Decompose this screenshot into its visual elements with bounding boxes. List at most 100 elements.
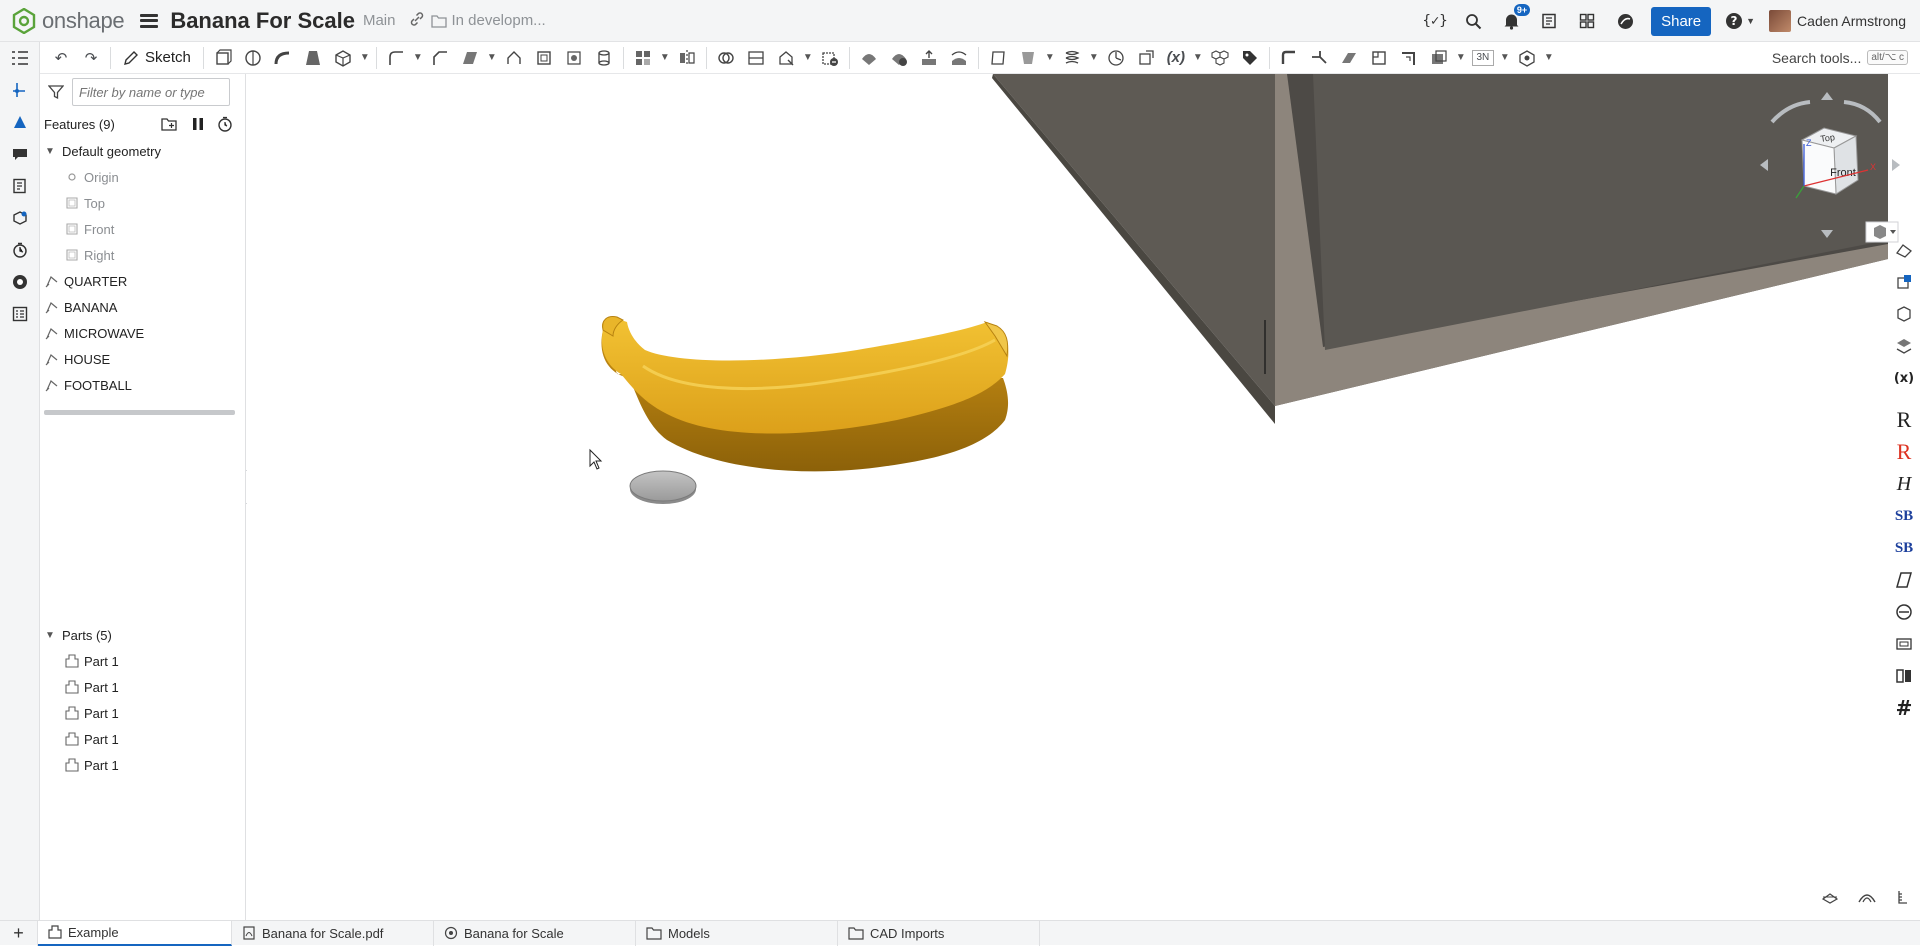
roll-ccw-arrow-icon[interactable]	[1770, 100, 1811, 124]
quarter-model[interactable]	[629, 470, 697, 504]
chevron-down-icon[interactable]: ▼	[411, 44, 425, 72]
boolean-icon[interactable]	[711, 44, 741, 72]
undo-icon[interactable]: ↶	[46, 44, 76, 72]
part-item[interactable]: Part 1	[40, 752, 246, 778]
app-store-icon[interactable]	[1575, 9, 1599, 33]
units-icon[interactable]	[1896, 890, 1910, 904]
rotate-up-arrow-icon[interactable]	[1821, 92, 1833, 100]
helix-icon[interactable]	[1057, 44, 1087, 72]
move-face-icon[interactable]	[914, 44, 944, 72]
geometry-item-top[interactable]: Top	[40, 190, 245, 216]
feature-item-microwave[interactable]: MICROWAVE	[40, 320, 245, 346]
r-feature-icon[interactable]: R	[1888, 404, 1920, 436]
notifications-icon[interactable]: 9+	[1499, 4, 1531, 33]
timer-icon[interactable]	[217, 116, 233, 132]
custom-feature-icon[interactable]: (x)	[1888, 362, 1920, 394]
configurations-icon[interactable]	[0, 202, 40, 234]
onshape-logo[interactable]: onshape	[0, 7, 125, 34]
modify-fillet-icon[interactable]	[854, 44, 884, 72]
sb-feature-icon[interactable]: SB	[1888, 500, 1920, 532]
delete-face-icon[interactable]	[884, 44, 914, 72]
panel-feature-icon[interactable]	[1888, 628, 1920, 660]
derived-icon[interactable]	[1131, 44, 1161, 72]
composite-part-icon[interactable]	[1205, 44, 1235, 72]
user-menu[interactable]: Caden Armstrong	[1769, 10, 1906, 32]
render-studio-icon[interactable]	[0, 266, 40, 298]
link-icon[interactable]	[409, 11, 425, 31]
slant-feature-icon[interactable]	[1888, 564, 1920, 596]
sweep-icon[interactable]	[268, 44, 298, 72]
document-list-icon[interactable]	[1537, 9, 1561, 33]
section-view-icon[interactable]	[1822, 890, 1838, 904]
draft-icon[interactable]	[455, 44, 485, 72]
appearance-icon[interactable]	[0, 106, 40, 138]
geometry-item-front[interactable]: Front	[40, 216, 245, 242]
render-mode-icon[interactable]	[1858, 890, 1876, 904]
main-menu-button[interactable]	[140, 13, 159, 28]
filter-icon[interactable]	[48, 84, 64, 100]
viewcube-top-label[interactable]: Top	[1820, 132, 1836, 144]
form-icon[interactable]	[1424, 44, 1454, 72]
geometry-item-right[interactable]: Right	[40, 242, 245, 268]
feature-item-quarter[interactable]: QUARTER	[40, 268, 245, 294]
mate-connector-icon[interactable]	[0, 74, 40, 106]
chevron-down-icon[interactable]: ▼	[1542, 44, 1556, 72]
geometry-item-origin[interactable]: Origin	[40, 164, 245, 190]
custom-feature-icon[interactable]	[1888, 266, 1920, 298]
tab-icon[interactable]	[1334, 44, 1364, 72]
mate-count-label[interactable]: 3N	[1471, 49, 1494, 66]
part-item[interactable]: Part 1	[40, 726, 246, 752]
hole-icon[interactable]	[559, 44, 589, 72]
search-tools[interactable]: Search tools... alt/⌥ c	[1772, 50, 1908, 66]
revolve-icon[interactable]	[238, 44, 268, 72]
redo-icon[interactable]: ↷	[76, 44, 106, 72]
feature-item-house[interactable]: HOUSE	[40, 346, 245, 372]
custom-feature-icon[interactable]	[1888, 330, 1920, 362]
part-item[interactable]: Part 1	[40, 674, 246, 700]
custom-feature-icon[interactable]	[1888, 234, 1920, 266]
r-feature-red-icon[interactable]: R	[1888, 436, 1920, 468]
chevron-down-icon[interactable]: ▼	[1191, 44, 1205, 72]
branch-name[interactable]: Main	[363, 12, 396, 29]
hash-feature-icon[interactable]: #	[1888, 692, 1920, 724]
sheet-metal-icon[interactable]	[1274, 44, 1304, 72]
tab-banana-for-scale-pdf[interactable]: Banana for Scale.pdf	[232, 920, 434, 946]
chevron-down-icon[interactable]: ▼	[44, 146, 56, 157]
corner-icon[interactable]	[1364, 44, 1394, 72]
rib-icon[interactable]	[499, 44, 529, 72]
chamfer-icon[interactable]	[425, 44, 455, 72]
document-title[interactable]: Banana For Scale	[170, 8, 355, 34]
view-cube[interactable]: Top Front X Z	[1752, 88, 1902, 248]
banana-model[interactable]	[601, 316, 1009, 472]
mate-connector-tool-icon[interactable]	[1013, 44, 1043, 72]
chevron-down-icon[interactable]: ▼	[485, 44, 499, 72]
properties-icon[interactable]	[0, 298, 40, 330]
history-icon[interactable]	[0, 234, 40, 266]
no-entry-icon[interactable]	[1888, 596, 1920, 628]
tab-banana-for-scale[interactable]: Banana for Scale	[434, 920, 636, 946]
add-folder-icon[interactable]	[161, 116, 179, 132]
replace-face-icon[interactable]	[944, 44, 974, 72]
measure-icon[interactable]	[1101, 44, 1131, 72]
split-icon[interactable]	[741, 44, 771, 72]
rollback-bar[interactable]	[44, 410, 235, 415]
tab-models[interactable]: Models	[636, 920, 838, 946]
shell-icon[interactable]	[529, 44, 559, 72]
cylinder-icon[interactable]	[589, 44, 619, 72]
help-menu[interactable]: ? ▼	[1725, 12, 1755, 30]
delete-part-icon[interactable]	[815, 44, 845, 72]
part-item[interactable]: Part 1	[40, 700, 246, 726]
search-icon[interactable]	[1461, 9, 1485, 33]
loft-icon[interactable]	[298, 44, 328, 72]
tab-example[interactable]: Example	[38, 920, 232, 946]
mirror-icon[interactable]	[672, 44, 702, 72]
extrude-icon[interactable]	[208, 44, 238, 72]
notes-icon[interactable]	[0, 170, 40, 202]
feature-list-icon[interactable]	[0, 42, 40, 74]
variable-icon[interactable]: (x)	[1161, 44, 1191, 72]
document-folder[interactable]: In developm...	[431, 12, 546, 29]
graphics-viewport[interactable]	[247, 74, 1888, 920]
chevron-down-icon[interactable]: ▼	[44, 630, 56, 641]
share-button[interactable]: Share	[1651, 6, 1712, 36]
default-geometry-folder[interactable]: ▼ Default geometry	[40, 138, 245, 164]
